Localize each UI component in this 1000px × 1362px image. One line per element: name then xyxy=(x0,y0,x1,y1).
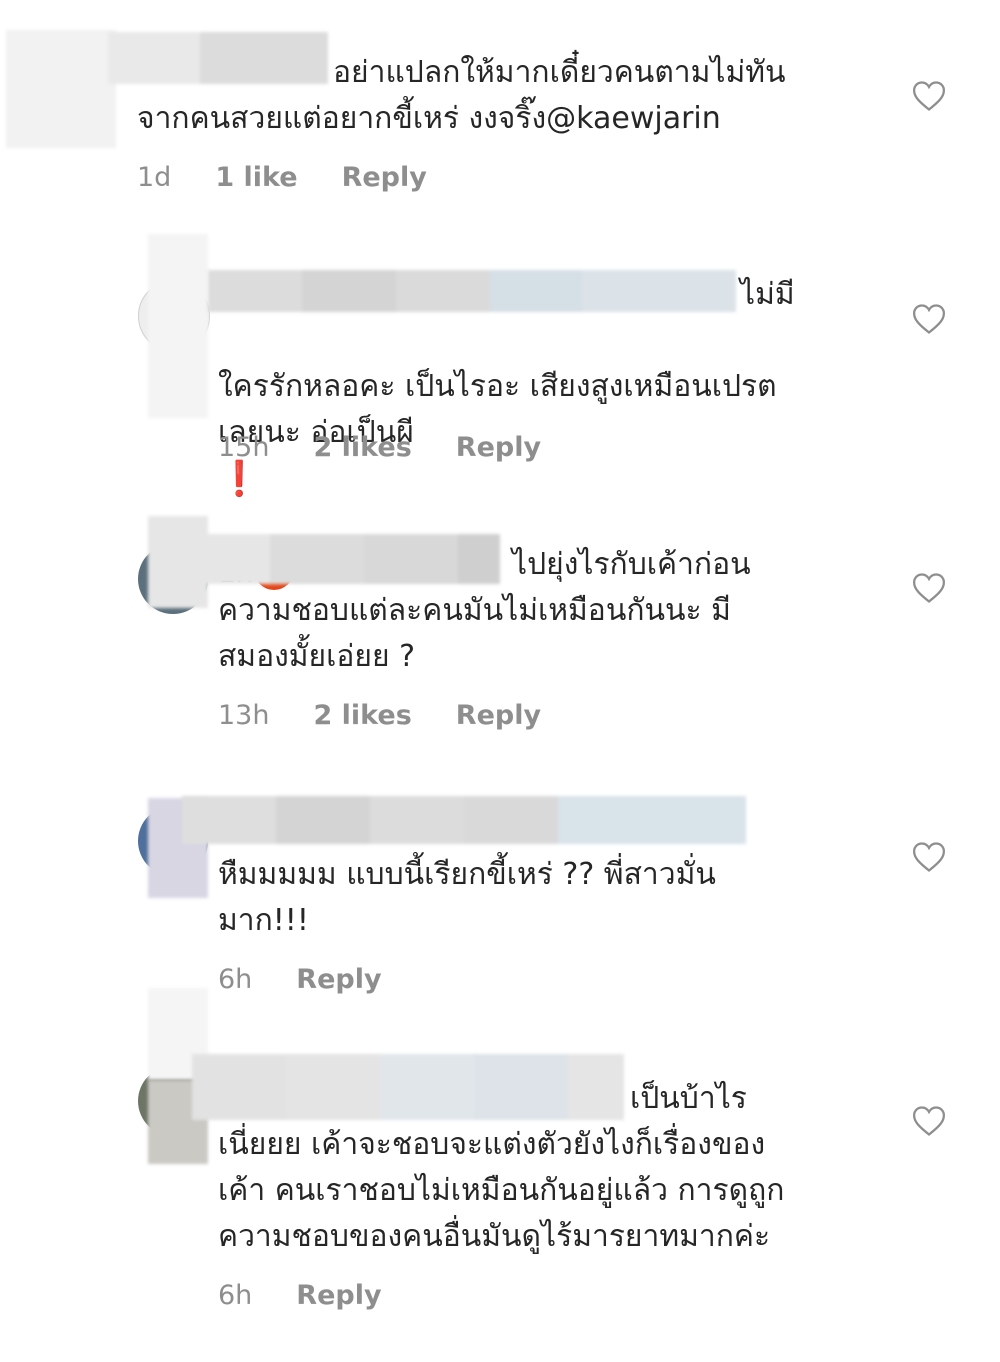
redacted-username xyxy=(192,1054,624,1120)
comment-2: ไม่มี ใครรักหลอคะ เป็นไรอะ เสียงสูงเหมือ… xyxy=(0,230,1000,590)
reply-button[interactable]: Reply xyxy=(456,432,541,463)
likes-count[interactable]: 2 likes xyxy=(313,432,411,463)
reply-button[interactable]: Reply xyxy=(342,162,427,193)
comment-text-line1: เป็นบ้าไร xyxy=(630,1081,747,1116)
comment-text: ความชอบแต่ละคนมันไม่เหมือนกันนะ มี สมองม… xyxy=(218,593,731,674)
comment-time: 6h xyxy=(218,1280,253,1311)
heart-icon[interactable] xyxy=(912,80,946,112)
redacted-username xyxy=(208,270,736,312)
comment-text-line1: ไม่มี xyxy=(740,277,795,312)
comment-time: 15h xyxy=(218,432,270,463)
redacted-username xyxy=(182,796,746,844)
heart-icon[interactable] xyxy=(912,1105,946,1137)
comment-3: ไปยุ่งไรกับเค้าก่อน ความชอบแต่ละคนมันไม่… xyxy=(0,510,1000,750)
comment-text: หืมมมมม แบบนี้เรียกขี้เหร่ ?? พี่สาวมั่น… xyxy=(218,857,716,938)
heart-icon[interactable] xyxy=(912,841,946,873)
heart-icon[interactable] xyxy=(912,572,946,604)
comment-meta: 15h 2 likes Reply xyxy=(218,432,541,463)
heart-icon[interactable] xyxy=(912,303,946,335)
comment-5: เป็นบ้าไร เนี่ยยย เค้าจะชอบจะแต่งตัวยังไ… xyxy=(0,984,1000,1344)
redacted-avatar xyxy=(6,30,116,148)
likes-count[interactable]: 2 likes xyxy=(313,700,411,731)
comment-meta: 1d 1 like Reply xyxy=(137,162,427,193)
comment-meta: 6h Reply xyxy=(218,1280,382,1311)
comment-text: อย่าแปลกให้มากเดี๋ยวคนตามไม่ทัน จากคนสวย… xyxy=(137,55,786,136)
comment-time: 13h xyxy=(218,700,270,731)
comment-time: 1d xyxy=(137,162,172,193)
comment-meta: 13h 2 likes Reply xyxy=(218,700,541,731)
reply-button[interactable]: Reply xyxy=(456,700,541,731)
redacted-avatar-overlay xyxy=(148,234,208,418)
comment-text: เนี่ยยย เค้าจะชอบจะแต่งตัวยังไงก็เรื่องข… xyxy=(218,1127,785,1254)
redacted-username xyxy=(178,534,500,584)
comment-1: อย่าแปลกให้มากเดี๋ยวคนตามไม่ทัน จากคนสวย… xyxy=(0,0,1000,210)
comment-4: หืมมมมม แบบนี้เรียกขี้เหร่ ?? พี่สาวมั่น… xyxy=(0,790,1000,1010)
reply-button[interactable]: Reply xyxy=(296,1280,381,1311)
comment-text-line1: ไปยุ่งไรกับเค้าก่อน xyxy=(512,547,751,582)
likes-count[interactable]: 1 like xyxy=(215,162,297,193)
